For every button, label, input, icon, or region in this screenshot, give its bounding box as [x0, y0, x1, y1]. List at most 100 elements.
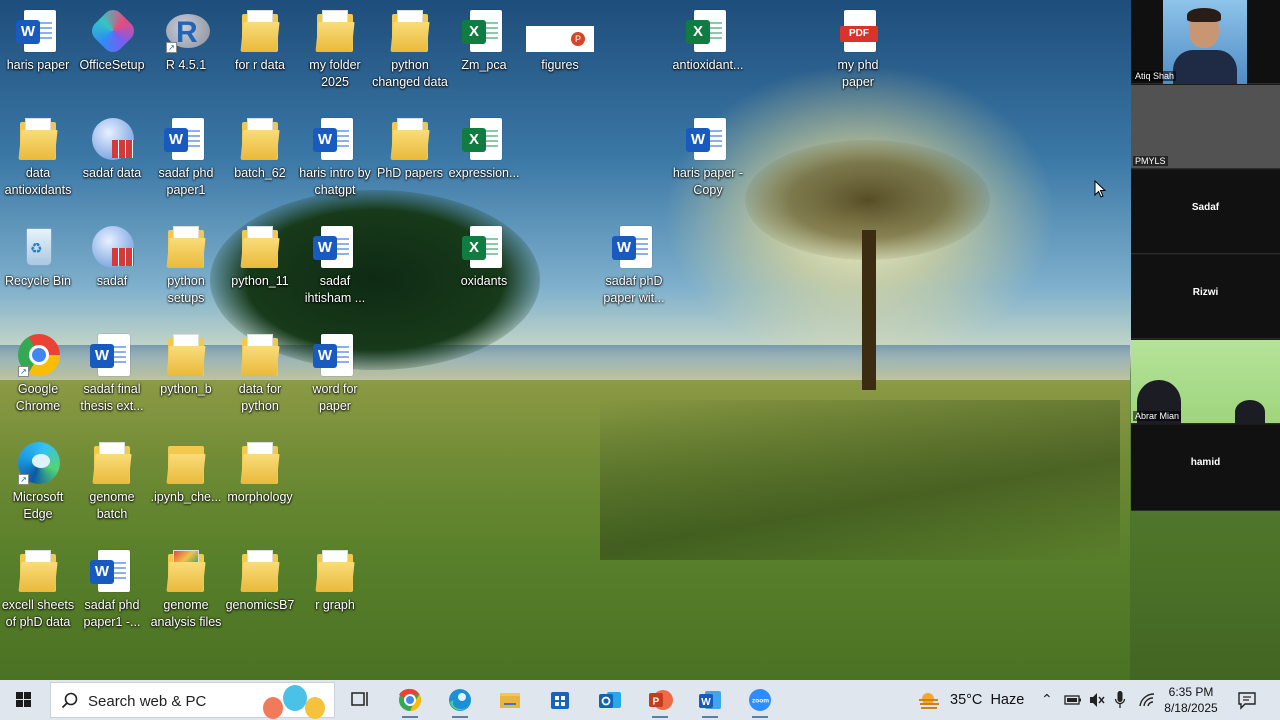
- desktop-icon-my-phd-paper[interactable]: PDF my phd paper: [820, 8, 896, 91]
- chrome-icon: ↗: [14, 332, 62, 380]
- notifications-icon[interactable]: [1237, 690, 1257, 710]
- desktop-icon-python-setups[interactable]: python setups: [148, 224, 224, 307]
- taskbar-edge[interactable]: [440, 684, 480, 718]
- start-button[interactable]: [0, 680, 48, 720]
- desktop-icon-sadaf-phd-paper1-copy[interactable]: W sadaf phd paper1 -...: [74, 548, 150, 631]
- desktop-icon-genome-analysis-files[interactable]: genome analysis files: [148, 548, 224, 631]
- recycle-bin-icon: ♻: [14, 224, 62, 272]
- taskbar-task-view[interactable]: [340, 684, 380, 716]
- participant-tile[interactable]: hamid: [1131, 425, 1280, 511]
- participant-name: Atiq Shah: [1133, 71, 1177, 81]
- desktop-icon-recycle-bin[interactable]: ♻ Recycle Bin: [0, 224, 76, 290]
- show-hidden-icons-chevron-up-icon[interactable]: ⌃: [1041, 691, 1053, 708]
- taskbar-outlook[interactable]: [590, 684, 630, 716]
- desktop-icon-microsoft-edge[interactable]: ↗ Microsoft Edge: [0, 440, 76, 523]
- powerpoint-icon: P: [649, 690, 673, 710]
- weather-text[interactable]: 35°C Haze: [950, 692, 1024, 708]
- meeting-participant-panel: Atiq Shah PMYLS Sadaf Rizwi Abrar Mian h…: [1131, 0, 1280, 511]
- desktop-icon-word-for-paper[interactable]: W word for paper: [297, 332, 373, 415]
- windows-logo-icon: [16, 692, 31, 707]
- speaker-muted-icon[interactable]: [1088, 691, 1106, 709]
- desktop-icon-python-b[interactable]: python_b: [148, 332, 224, 398]
- word-doc-icon: W: [311, 116, 359, 164]
- desktop-icon-sadaf-ihtisham[interactable]: W sadaf ihtisham ...: [297, 224, 373, 307]
- database-app-icon: [88, 116, 136, 164]
- desktop-icon-sadaf-final-thesis[interactable]: W sadaf final thesis ext...: [74, 332, 150, 415]
- desktop-icon-data-for-python[interactable]: data for python: [222, 332, 298, 415]
- taskbar-clock[interactable]: 6:35 PM 8/18/2025: [1162, 684, 1220, 716]
- r-language-icon: R ↗: [162, 8, 210, 56]
- desktop-icon-excell-sheets[interactable]: excell sheets of phD data: [0, 548, 76, 631]
- participant-tile[interactable]: Abrar Mian: [1131, 340, 1280, 424]
- desktop-icon-sadaf-phd-paper-wit[interactable]: W sadaf phD paper wit...: [596, 224, 672, 307]
- desktop-icon-expression[interactable]: X expression...: [446, 116, 522, 182]
- excel-doc-icon: X: [460, 8, 508, 56]
- search-icon: [61, 692, 78, 709]
- taskbar: Search web & PC P W zoom 35°C Haze ⌃ 6:3…: [0, 680, 1280, 720]
- desktop-icon-haris-paper-copy[interactable]: W haris paper - Copy: [670, 116, 746, 199]
- desktop-icon-batch-62[interactable]: batch_62: [222, 116, 298, 182]
- folder-icon: [162, 440, 210, 488]
- desktop-icon-r[interactable]: R ↗ R 4.5.1: [148, 8, 224, 74]
- folder-icon: [14, 116, 62, 164]
- participant-tile[interactable]: PMYLS: [1131, 85, 1280, 169]
- participant-tile[interactable]: Sadaf: [1131, 170, 1280, 254]
- folder-icon: [236, 440, 284, 488]
- participant-tile[interactable]: Atiq Shah: [1131, 0, 1280, 84]
- search-placeholder: Search web & PC: [88, 693, 207, 710]
- outlook-icon: [599, 692, 621, 708]
- edge-icon: ↗: [14, 440, 62, 488]
- excel-doc-icon: X: [684, 8, 732, 56]
- participant-tile[interactable]: Rizwi: [1131, 255, 1280, 339]
- folder-icon: [386, 8, 434, 56]
- desktop-icon-python-changed-data[interactable]: python changed data: [372, 8, 448, 91]
- desktop-icon-sadaf[interactable]: sadaf: [74, 224, 150, 290]
- desktop-icon-genomicsb7[interactable]: genomicsB7: [222, 548, 298, 614]
- participant-name: Rizwi: [1192, 287, 1219, 298]
- desktop-icon-genome-batch[interactable]: genome batch: [74, 440, 150, 523]
- mouse-cursor-icon: [1094, 180, 1106, 198]
- desktop-icon-sadaf-phd-paper1[interactable]: W sadaf phd paper1: [148, 116, 224, 199]
- folder-icon: [162, 224, 210, 272]
- desktop-icon-ipynb-checkpoints[interactable]: .ipynb_che...: [148, 440, 224, 506]
- database-app-icon: [88, 224, 136, 272]
- taskbar-word[interactable]: W: [690, 684, 730, 718]
- folder-icon: [500, 693, 520, 708]
- desktop-icon-zm-pca[interactable]: X Zm_pca: [446, 8, 522, 74]
- weather-haze-icon[interactable]: [916, 689, 942, 711]
- desktop-icon-python-11[interactable]: python_11: [222, 224, 298, 290]
- taskbar-chrome[interactable]: [390, 684, 430, 718]
- desktop-icon-phd-papers[interactable]: PhD papers: [372, 116, 448, 182]
- taskbar-zoom[interactable]: zoom: [740, 684, 780, 718]
- desktop-icon-haris-intro[interactable]: W haris intro by chatgpt: [297, 116, 373, 199]
- desktop-icon-figures[interactable]: P figures: [522, 8, 598, 74]
- desktop-icon-for-r-data[interactable]: for r data: [222, 8, 298, 74]
- desktop-icon-sadaf-data[interactable]: sadaf data: [74, 116, 150, 182]
- powerpoint-file-icon: P: [526, 8, 594, 56]
- desktop-icon-data-antioxidants[interactable]: data antioxidants: [0, 116, 76, 199]
- desktop-icon-haris-paper[interactable]: W haris paper: [0, 8, 76, 74]
- task-view-icon: [351, 692, 368, 706]
- desktop-icon-r-graph[interactable]: r graph: [297, 548, 373, 614]
- desktop-icon-morphology[interactable]: morphology: [222, 440, 298, 506]
- edge-icon: [449, 689, 471, 711]
- desktop-icon-antioxidant[interactable]: X antioxidant...: [670, 8, 746, 74]
- folder-icon: [162, 332, 210, 380]
- microphone-icon[interactable]: [1114, 690, 1126, 710]
- battery-icon[interactable]: [1064, 694, 1082, 706]
- desktop-icon-officesetup[interactable]: OfficeSetup: [74, 5, 150, 74]
- taskbar-search-box[interactable]: Search web & PC: [50, 682, 335, 719]
- office-icon: [87, 5, 139, 57]
- wifi-icon[interactable]: [1138, 692, 1156, 708]
- pdf-file-icon: PDF: [834, 8, 882, 56]
- taskbar-powerpoint[interactable]: P: [640, 684, 680, 718]
- desktop-icon-oxidants[interactable]: X oxidants: [446, 224, 522, 290]
- participant-name: hamid: [1190, 457, 1221, 468]
- taskbar-file-explorer[interactable]: [490, 684, 530, 716]
- desktop-icon-my-folder-2025[interactable]: my folder 2025: [297, 8, 373, 91]
- folder-icon: [162, 548, 210, 596]
- taskbar-microsoft-store[interactable]: [540, 684, 580, 716]
- desktop-icon-google-chrome[interactable]: ↗ Google Chrome: [0, 332, 76, 415]
- word-icon: W: [699, 691, 721, 709]
- folder-icon: [311, 8, 359, 56]
